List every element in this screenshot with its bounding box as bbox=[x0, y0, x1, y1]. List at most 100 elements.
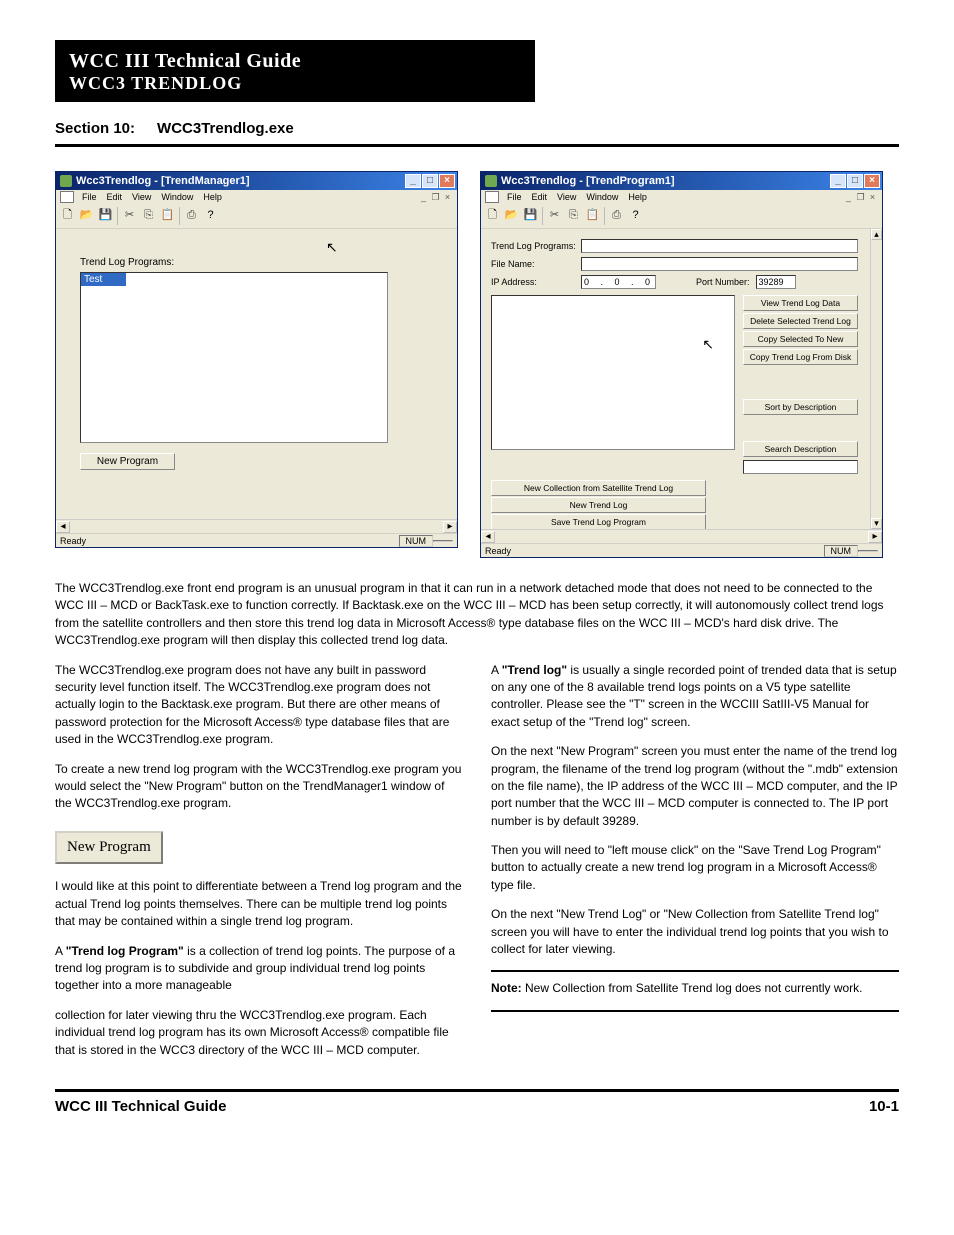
toolbar-separator bbox=[542, 207, 543, 225]
document-icon[interactable] bbox=[485, 191, 499, 203]
menu-window[interactable]: Window bbox=[156, 191, 198, 203]
body-paragraph: A "Trend log Program" is a collection of… bbox=[55, 943, 463, 995]
search-description-button[interactable]: Search Description bbox=[743, 441, 858, 457]
copy-selected-to-new-button[interactable]: Copy Selected To New bbox=[743, 331, 858, 347]
new-program-button-figure[interactable]: New Program bbox=[55, 831, 163, 865]
status-empty bbox=[433, 540, 453, 542]
body-paragraph: The WCC3Trendlog.exe program does not ha… bbox=[55, 662, 463, 749]
file-name-label: File Name: bbox=[491, 259, 581, 269]
help-icon[interactable]: ? bbox=[626, 206, 645, 225]
menu-file[interactable]: File bbox=[77, 191, 102, 203]
scroll-right-icon[interactable]: ▸ bbox=[443, 521, 457, 533]
titlebar-left[interactable]: Wcc3Trendlog - [TrendManager1] _ □ × bbox=[56, 172, 457, 190]
save-file-icon[interactable]: 💾 bbox=[96, 206, 115, 225]
section-header: WCC III Technical Guide WCC3 TRENDLOG bbox=[55, 40, 535, 102]
status-ready: Ready bbox=[485, 546, 511, 556]
horizontal-scrollbar[interactable]: ◂ ▸ bbox=[481, 529, 882, 543]
statusbar-left: Ready NUM bbox=[56, 533, 457, 547]
print-icon: ⎙ bbox=[182, 206, 201, 225]
footer-right-page-number: 10-1 bbox=[869, 1098, 899, 1115]
programs-listbox[interactable]: Test bbox=[80, 272, 388, 443]
mdi-minimize-icon[interactable]: _ bbox=[843, 192, 854, 202]
new-trend-log-button[interactable]: New Trend Log bbox=[491, 497, 706, 513]
left-text-column: The WCC3Trendlog.exe program does not ha… bbox=[55, 662, 463, 1071]
port-number-input[interactable] bbox=[756, 275, 796, 289]
trend-log-listbox[interactable]: ↖ bbox=[491, 295, 735, 450]
maximize-button[interactable]: □ bbox=[847, 174, 863, 188]
mdi-close-icon[interactable]: × bbox=[867, 192, 878, 202]
close-button[interactable]: × bbox=[864, 174, 880, 188]
menu-view[interactable]: View bbox=[127, 191, 156, 203]
menu-file[interactable]: File bbox=[502, 191, 527, 203]
program-list-item-selected[interactable]: Test bbox=[81, 273, 126, 286]
note-text: New Collection from Satellite Trend log … bbox=[525, 981, 862, 995]
program-name-input[interactable] bbox=[581, 239, 858, 253]
horizontal-scrollbar[interactable]: ◂ ▸ bbox=[56, 519, 457, 533]
body-paragraph: On the next "New Trend Log" or "New Coll… bbox=[491, 906, 899, 958]
file-name-input[interactable] bbox=[581, 257, 858, 271]
page-footer: WCC III Technical Guide 10-1 bbox=[55, 1089, 899, 1115]
menu-view[interactable]: View bbox=[552, 191, 581, 203]
mdi-close-icon[interactable]: × bbox=[442, 192, 453, 202]
save-trend-log-program-button[interactable]: Save Trend Log Program bbox=[491, 514, 706, 529]
body-paragraph: On the next "New Program" screen you mus… bbox=[491, 743, 899, 830]
toolbar-separator bbox=[117, 207, 118, 225]
footer-left: WCC III Technical Guide bbox=[55, 1098, 226, 1115]
view-trend-log-data-button[interactable]: View Trend Log Data bbox=[743, 295, 858, 311]
copy-trend-log-from-disk-button[interactable]: Copy Trend Log From Disk bbox=[743, 349, 858, 365]
close-button[interactable]: × bbox=[439, 174, 455, 188]
section-title: WCC3Trendlog.exe bbox=[157, 120, 294, 137]
right-text-column: A "Trend log" is usually a single record… bbox=[491, 662, 899, 1071]
maximize-button[interactable]: □ bbox=[422, 174, 438, 188]
body-paragraph: Then you will need to "left mouse click"… bbox=[491, 842, 899, 894]
trend-log-programs-label: Trend Log Programs: bbox=[491, 241, 581, 251]
paste-icon: 📋 bbox=[158, 206, 177, 225]
copy-icon: ⎘ bbox=[139, 206, 158, 225]
minimize-button[interactable]: _ bbox=[830, 174, 846, 188]
ip-address-input[interactable] bbox=[581, 275, 656, 289]
menu-edit[interactable]: Edit bbox=[527, 191, 553, 203]
window-title-right: Wcc3Trendlog - [TrendProgram1] bbox=[501, 175, 829, 187]
window-trendprogram: Wcc3Trendlog - [TrendProgram1] _ □ × Fil… bbox=[480, 171, 883, 558]
menubar-left: File Edit View Window Help _ ❐ × bbox=[56, 190, 457, 204]
menu-window[interactable]: Window bbox=[581, 191, 623, 203]
new-program-button[interactable]: New Program bbox=[80, 453, 175, 470]
new-file-icon[interactable]: 🗋 bbox=[58, 206, 77, 225]
cut-icon: ✂ bbox=[120, 206, 139, 225]
note-block: Note: New Collection from Satellite Tren… bbox=[491, 980, 899, 997]
mdi-restore-icon[interactable]: ❐ bbox=[855, 192, 866, 202]
header-divider bbox=[55, 144, 899, 147]
paste-icon: 📋 bbox=[583, 206, 602, 225]
menu-edit[interactable]: Edit bbox=[102, 191, 128, 203]
search-description-input[interactable] bbox=[743, 460, 858, 474]
ip-address-label: IP Address: bbox=[491, 277, 581, 287]
intro-paragraph: The WCC3Trendlog.exe front end program i… bbox=[55, 580, 899, 650]
new-file-icon[interactable]: 🗋 bbox=[483, 206, 502, 225]
print-icon: ⎙ bbox=[607, 206, 626, 225]
note-divider-bottom bbox=[491, 1010, 899, 1012]
minimize-button[interactable]: _ bbox=[405, 174, 421, 188]
save-file-icon[interactable]: 💾 bbox=[521, 206, 540, 225]
scroll-right-icon[interactable]: ▸ bbox=[868, 531, 882, 543]
mdi-restore-icon[interactable]: ❐ bbox=[430, 192, 441, 202]
scroll-left-icon[interactable]: ◂ bbox=[481, 531, 495, 543]
window-title-left: Wcc3Trendlog - [TrendManager1] bbox=[76, 175, 404, 187]
new-collection-button[interactable]: New Collection from Satellite Trend Log bbox=[491, 480, 706, 496]
body-paragraph: To create a new trend log program with t… bbox=[55, 761, 463, 813]
scroll-down-icon[interactable]: ▾ bbox=[871, 518, 882, 529]
document-icon[interactable] bbox=[60, 191, 74, 203]
menu-help[interactable]: Help bbox=[623, 191, 652, 203]
mdi-minimize-icon[interactable]: _ bbox=[418, 192, 429, 202]
open-file-icon[interactable]: 📂 bbox=[502, 206, 521, 225]
status-num: NUM bbox=[824, 545, 859, 557]
vertical-scrollbar[interactable]: ▴ ▾ bbox=[870, 229, 882, 529]
open-file-icon[interactable]: 📂 bbox=[77, 206, 96, 225]
scroll-left-icon[interactable]: ◂ bbox=[56, 521, 70, 533]
scroll-up-icon[interactable]: ▴ bbox=[871, 229, 882, 240]
status-ready: Ready bbox=[60, 536, 86, 546]
menu-help[interactable]: Help bbox=[198, 191, 227, 203]
help-icon[interactable]: ? bbox=[201, 206, 220, 225]
sort-by-description-button[interactable]: Sort by Description bbox=[743, 399, 858, 415]
titlebar-right[interactable]: Wcc3Trendlog - [TrendProgram1] _ □ × bbox=[481, 172, 882, 190]
delete-selected-trend-log-button[interactable]: Delete Selected Trend Log bbox=[743, 313, 858, 329]
